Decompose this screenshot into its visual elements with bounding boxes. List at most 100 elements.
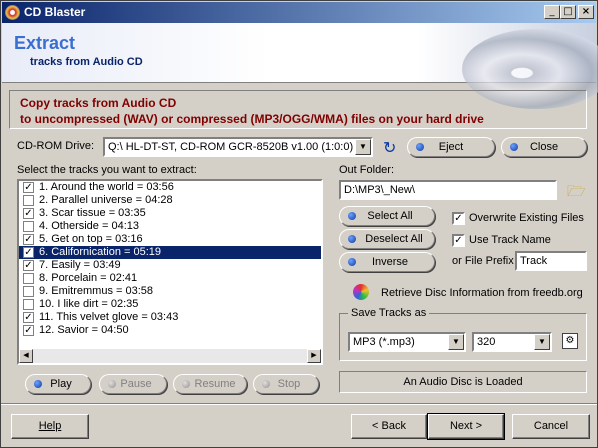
checkbox-box[interactable]: ✓ [452,212,465,225]
format-select[interactable]: MP3 (*.mp3) ▼ [348,332,466,352]
status-text: An Audio Disc is Loaded [339,371,587,393]
select-all-label: Select All [367,210,413,222]
track-checkbox[interactable] [23,221,34,232]
track-row[interactable]: ✓ 12. Savior = 04:50 [19,324,321,337]
track-label: 11. This velvet glove = 03:43 [39,311,179,323]
horizontal-scrollbar[interactable]: ◀ ▶ [19,349,321,363]
track-checkbox[interactable] [23,286,34,297]
color-wheel-icon [353,284,369,300]
track-row[interactable]: ✓ 3. Scar tissue = 03:35 [19,207,321,220]
stop-button[interactable]: Stop [253,374,319,394]
track-row[interactable]: 10. I like dirt = 02:35 [19,298,321,311]
track-checkbox[interactable]: ✓ [23,260,34,271]
header-panel: Extract tracks from Audio CD [2,23,598,109]
inverse-button[interactable]: Inverse [339,252,435,272]
cancel-button[interactable]: Cancel [512,414,590,439]
use-track-name-checkbox[interactable]: ✓ Use Track Name [452,234,551,247]
pause-label: Pause [120,378,152,390]
chevron-down-icon[interactable]: ▼ [534,334,550,350]
settings-icon[interactable]: ⚙ [562,333,578,349]
track-checkbox[interactable]: ✓ [23,312,34,323]
track-checkbox[interactable]: ✓ [23,234,34,245]
track-rows: ✓ 1. Around the world = 03:56 2. Parallel … [19,181,321,337]
track-checkbox[interactable] [23,195,34,206]
stop-label: Stop [277,378,301,390]
overwrite-label: Overwrite Existing Files [469,212,584,224]
minimize-button[interactable]: _ [544,5,560,19]
track-checkbox[interactable]: ✓ [23,182,34,193]
title-bar[interactable]: CD Blaster _ □ × [2,2,596,23]
freedb-link[interactable]: Retrieve Disc Information from freedb.or… [381,287,583,299]
use-track-name-label: Use Track Name [469,234,551,246]
drive-select-value: Q:\ HL-DT-ST, CD-ROM GCR-8520B v1.00 (1:… [108,141,354,153]
scroll-left-icon[interactable]: ◀ [19,349,33,363]
folder-open-icon[interactable]: 🗁 [567,181,586,206]
track-row[interactable]: ✓ 7. Easily = 03:49 [19,259,321,272]
track-checkbox[interactable]: ✓ [23,325,34,336]
banner-line-2: to uncompressed (WAV) or compressed (MP3… [20,112,484,126]
back-label: < Back [372,420,406,432]
track-row[interactable]: 9. Emitremmus = 03:58 [19,285,321,298]
close-window-button[interactable]: × [578,5,594,19]
help-button[interactable]: Help [11,414,89,439]
track-row[interactable]: ✓ 6. Californication = 05:19 [19,246,321,259]
resume-button[interactable]: Resume [173,374,247,394]
next-label: Next > [449,420,483,432]
file-prefix-input[interactable]: Track [515,251,587,271]
track-list[interactable]: ✓ 1. Around the world = 03:56 2. Parallel … [17,179,323,365]
track-row[interactable]: 2. Parallel universe = 04:28 [19,194,321,207]
overwrite-checkbox[interactable]: ✓ Overwrite Existing Files [452,212,584,225]
radio-dot-icon [108,380,116,388]
footer-divider [1,403,597,405]
close-tray-button[interactable]: Close [501,137,587,157]
play-label: Play [50,378,72,390]
scroll-right-icon[interactable]: ▶ [307,349,321,363]
track-label: 9. Emitremmus = 03:58 [39,285,154,297]
format-select-value: MP3 (*.mp3) [353,336,415,348]
refresh-icon[interactable]: ↻ [383,138,396,157]
track-label: 10. I like dirt = 02:35 [39,298,139,310]
track-row[interactable]: 4. Otherside = 04:13 [19,220,321,233]
track-label: 12. Savior = 04:50 [39,324,129,336]
next-button[interactable]: Next > [427,413,505,440]
play-button[interactable]: Play [25,374,91,394]
track-label: 4. Otherside = 04:13 [39,220,139,232]
main-window: CD Blaster _ □ × Extract tracks from Aud… [0,0,598,448]
eject-button[interactable]: Eject [407,137,495,157]
pause-button[interactable]: Pause [99,374,167,394]
track-label: 3. Scar tissue = 03:35 [39,207,146,219]
track-row[interactable]: ✓ 5. Get on top = 03:16 [19,233,321,246]
track-checkbox[interactable]: ✓ [23,247,34,258]
back-button[interactable]: < Back [351,414,427,439]
track-checkbox[interactable] [23,299,34,310]
bitrate-select[interactable]: 320 ▼ [472,332,552,352]
save-tracks-label: Save Tracks as [348,307,430,319]
eject-label: Eject [438,141,464,153]
checkbox-box[interactable]: ✓ [452,234,465,247]
chevron-down-icon[interactable]: ▼ [355,139,371,155]
track-row[interactable]: ✓ 1. Around the world = 03:56 [19,181,321,194]
page-subtitle: tracks from Audio CD [30,56,143,68]
tracks-label: Select the tracks you want to extract: [17,164,197,176]
track-checkbox[interactable]: ✓ [23,208,34,219]
track-checkbox[interactable] [23,273,34,284]
help-label: Help [38,420,62,432]
track-label: 1. Around the world = 03:56 [39,181,174,193]
out-folder-input[interactable]: D:\MP3\_New\ [339,180,557,200]
close-label: Close [529,141,559,153]
chevron-down-icon[interactable]: ▼ [448,334,464,350]
cd-icon [5,5,20,20]
radio-dot-icon [262,380,270,388]
select-all-button[interactable]: Select All [339,206,435,226]
deselect-all-button[interactable]: Deselect All [339,229,435,249]
track-label: 2. Parallel universe = 04:28 [39,194,173,206]
info-banner: Copy tracks from Audio CD to uncompresse… [9,90,587,129]
maximize-button[interactable]: □ [560,5,576,19]
track-row[interactable]: ✓ 11. This velvet glove = 03:43 [19,311,321,324]
drive-select[interactable]: Q:\ HL-DT-ST, CD-ROM GCR-8520B v1.00 (1:… [103,137,373,157]
page-title: Extract [14,33,76,53]
bitrate-select-value: 320 [477,336,496,348]
radio-dot-icon [182,380,190,388]
track-row[interactable]: 8. Porcelain = 02:41 [19,272,321,285]
out-folder-label: Out Folder: [339,164,395,176]
